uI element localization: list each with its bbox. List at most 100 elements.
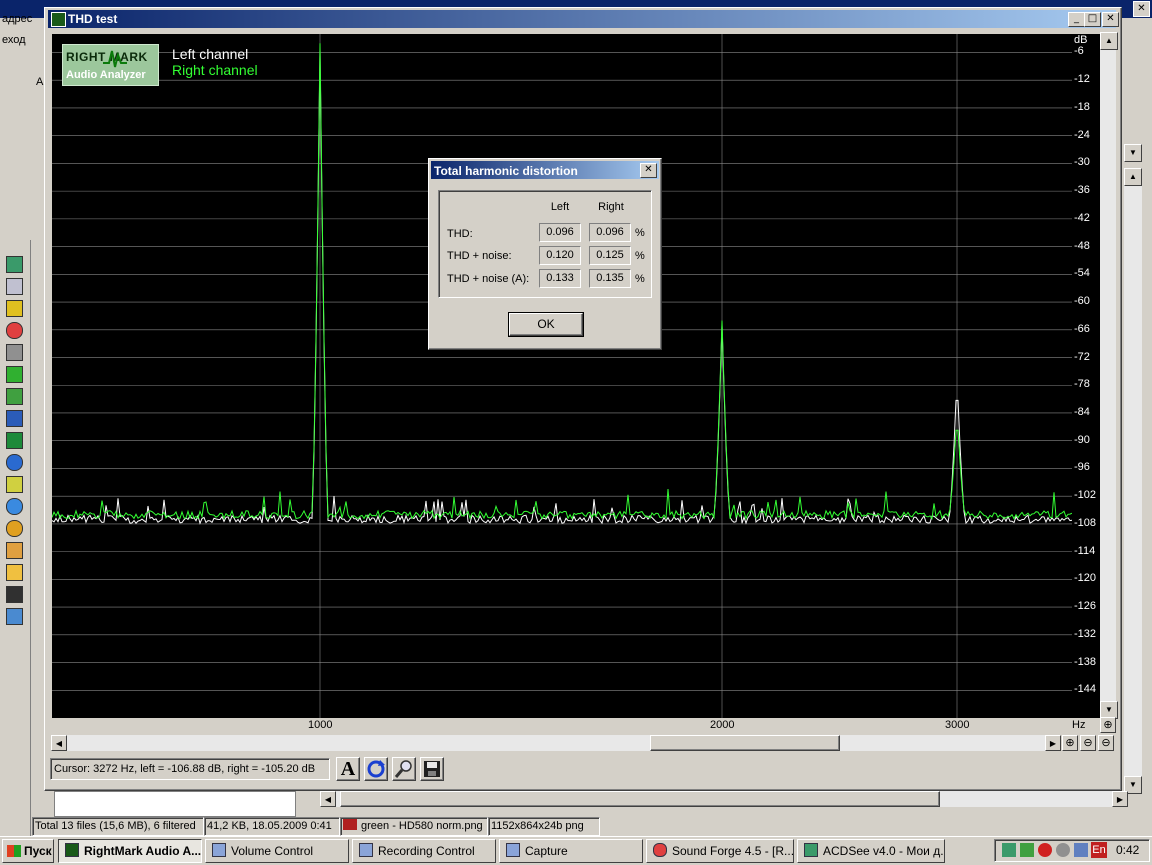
acdsee-task-icon [804, 843, 818, 857]
green-app-icon[interactable] [6, 366, 23, 383]
text-tool-button[interactable]: A [336, 757, 360, 781]
settings-icon[interactable] [6, 586, 23, 603]
legend-right-channel: Right channel [172, 62, 258, 78]
x-axis-unit: Hz [1072, 719, 1086, 731]
ok-button[interactable]: OK [508, 312, 584, 337]
hscroll-left-button[interactable]: ◀ [51, 735, 67, 751]
taskbar-rightmark-label: RightMark Audio A... [84, 844, 202, 858]
background-close-button[interactable]: ✕ [1133, 1, 1150, 17]
copy-icon[interactable] [6, 608, 23, 625]
tray-antivirus-icon[interactable] [1038, 843, 1052, 857]
y-tick-label: -108 [1074, 516, 1097, 529]
thd-left-value: 0.096 [539, 223, 581, 242]
save-icon[interactable] [420, 757, 444, 781]
zoom-out-icon[interactable]: ⊖ [1080, 735, 1096, 751]
dialog-close-button[interactable]: ✕ [640, 163, 657, 178]
taskbar-rightmark[interactable]: RightMark Audio A... [58, 839, 202, 863]
bg-hscroll-left-button[interactable]: ◀ [320, 791, 336, 807]
bg-scroll-down-button[interactable]: ▼ [1124, 144, 1142, 162]
spectrum-plot[interactable] [52, 34, 1072, 718]
thd-dialog-title: Total harmonic distortion [434, 164, 578, 178]
media-player-icon[interactable] [6, 520, 23, 537]
taskbar-recording-control[interactable]: Recording Control [352, 839, 496, 863]
bg-scroll-up-button[interactable]: ▲ [1124, 168, 1142, 186]
bg-scroll-track[interactable] [1124, 186, 1142, 776]
thd-noise-right-value: 0.125 [589, 246, 631, 265]
y-axis-unit: dB [1074, 34, 1088, 46]
row-thd-noise-a-label: THD + noise (A): [447, 273, 530, 285]
tray-acdsee-icon[interactable] [1002, 843, 1016, 857]
plot-hscroll-track[interactable] [52, 735, 1060, 751]
y-tick-label: -42 [1074, 211, 1090, 224]
cursor-status: Cursor: 3272 Hz, left = -106.88 dB, righ… [50, 758, 330, 780]
tray-language-indicator[interactable]: En [1091, 842, 1107, 858]
taskbar-volume-control[interactable]: Volume Control [205, 839, 349, 863]
start-label: Пуск [24, 844, 52, 858]
tool-icon[interactable] [6, 278, 23, 295]
speaker-icon[interactable] [6, 388, 23, 405]
maximize-button[interactable]: □ [1084, 12, 1101, 27]
thd-noise-a-left-value: 0.133 [539, 269, 581, 288]
tray-network-icon[interactable] [1020, 843, 1034, 857]
blue-app-icon[interactable] [6, 454, 23, 471]
y-tick-label: -6 [1074, 45, 1084, 58]
status-file-name: green - HD580 norm.png [340, 817, 488, 836]
refresh-icon[interactable] [364, 757, 388, 781]
window-title: THD test [68, 12, 118, 26]
acdsee-icon[interactable] [6, 256, 23, 273]
taskbar-sound-forge[interactable]: Sound Forge 4.5 - [R... [646, 839, 794, 863]
y-tick-label: -66 [1074, 322, 1090, 335]
word-icon[interactable] [6, 410, 23, 427]
plot-background [52, 34, 1072, 718]
y-tick-label: -120 [1074, 572, 1097, 585]
magnifier-icon[interactable] [392, 757, 416, 781]
mixer-icon[interactable] [6, 344, 23, 361]
legend-left-channel: Left channel [172, 46, 249, 62]
plot-scroll-up-button[interactable]: ▲ [1100, 32, 1118, 50]
y-tick-label: -84 [1074, 405, 1090, 418]
minimize-button[interactable]: _ [1068, 12, 1085, 27]
png-file-icon [343, 819, 357, 830]
thd-noise-left-value: 0.120 [539, 246, 581, 265]
y-tick-label: -30 [1074, 156, 1090, 169]
folder-icon[interactable] [6, 564, 23, 581]
bg-hscroll-thumb[interactable] [340, 791, 940, 807]
windows-logo-icon [7, 845, 21, 857]
y-tick-label: -24 [1074, 128, 1090, 141]
brush-icon[interactable] [6, 542, 23, 559]
ie-icon[interactable] [6, 498, 23, 515]
app-icon [51, 12, 66, 27]
y-tick-label: -132 [1074, 627, 1097, 640]
taskbar-volume-label: Volume Control [231, 844, 314, 858]
tray-disk-icon[interactable] [1056, 843, 1070, 857]
zoom-reset-icon[interactable]: ⊖ [1098, 735, 1114, 751]
taskbar-capture[interactable]: Capture [499, 839, 643, 863]
plot-vscroll-track[interactable] [1100, 34, 1116, 718]
pen-icon[interactable] [6, 476, 23, 493]
y-tick-label: -72 [1074, 350, 1090, 363]
taskbar-capture-label: Capture [525, 844, 568, 858]
sound-forge-icon[interactable] [6, 322, 23, 339]
thd-noise-a-right-value: 0.135 [589, 269, 631, 288]
y-tick-label: -12 [1074, 73, 1090, 86]
tray-clock[interactable]: 0:42 [1116, 843, 1139, 857]
rightmark-icon [65, 843, 79, 857]
y-tick-label: -18 [1074, 100, 1090, 113]
start-button[interactable]: Пуск [2, 839, 54, 863]
close-button[interactable]: ✕ [1102, 12, 1119, 27]
bg-hscroll-right-button[interactable]: ▶ [1112, 791, 1128, 807]
sevenzip-icon[interactable] [6, 300, 23, 317]
y-tick-label: -144 [1074, 683, 1097, 696]
x-tick-label: 1000 [308, 719, 333, 731]
excel-icon[interactable] [6, 432, 23, 449]
tray-safely-remove-icon[interactable] [1074, 843, 1088, 857]
taskbar-acdsee[interactable]: ACDSee v4.0 - Мои д... [797, 839, 945, 863]
thd-dialog: Total harmonic distortion ✕ Left Right T… [428, 158, 662, 350]
column-header-left: Left [550, 201, 570, 213]
thd-window-titlebar[interactable]: THD test [48, 10, 1116, 28]
hscroll-thumb[interactable] [650, 735, 840, 751]
zoom-in-icon[interactable]: ⊕ [1062, 735, 1078, 751]
zoom-in-x-icon[interactable]: ⊕ [1100, 717, 1116, 733]
thd-dialog-titlebar[interactable]: Total harmonic distortion [431, 161, 659, 179]
hscroll-right-button[interactable]: ▶ [1045, 735, 1061, 751]
